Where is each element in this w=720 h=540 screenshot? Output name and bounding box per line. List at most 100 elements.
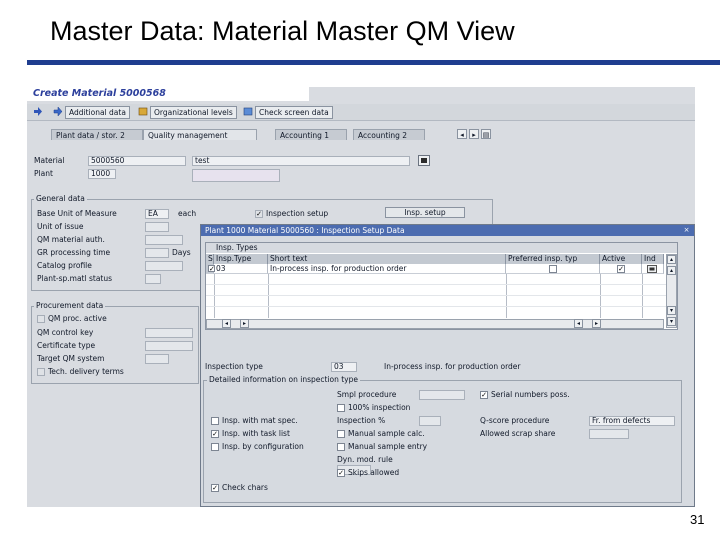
insp-with-task-list-checkbox[interactable]: ✓	[211, 430, 219, 438]
short-text-cell[interactable]: In-process insp. for production order	[268, 264, 506, 274]
column-divider	[600, 274, 601, 318]
allowed-scrap-share-label: Allowed scrap share	[480, 429, 556, 438]
page-number: 31	[690, 512, 705, 527]
column-header[interactable]: Active	[600, 254, 642, 264]
column-header[interactable]: Insp.Type	[214, 254, 268, 264]
scroll-up-icon[interactable]: ▴	[667, 255, 676, 264]
tab-quality-management[interactable]: Quality management	[143, 129, 257, 140]
skips-allowed-checkbox[interactable]: ✓	[337, 469, 345, 477]
scroll-right-icon[interactable]: ▸	[240, 319, 249, 328]
scroll-down-icon[interactable]: ▾	[667, 317, 676, 326]
preferred-checkbox[interactable]	[549, 265, 557, 273]
inspection-type-description: In-process insp. for production order	[384, 362, 521, 371]
base-uom-field[interactable]: EA	[145, 209, 169, 219]
column-header[interactable]: Short text	[268, 254, 506, 264]
insp-by-configuration-checkbox[interactable]	[211, 443, 219, 451]
view-tabs: Plant data / stor. 2 Quality management …	[27, 127, 695, 141]
active-checkbox[interactable]: ✓	[617, 265, 625, 273]
serial-numbers-poss-label: Serial numbers poss.	[491, 390, 570, 399]
scroll-up-icon[interactable]: ▴	[667, 266, 676, 275]
insp-type-cell[interactable]: 03	[214, 264, 268, 274]
sampling-procedure-label: Smpl procedure	[337, 390, 397, 399]
catalog-profile-field[interactable]	[145, 261, 183, 271]
tab-accounting-1[interactable]: Accounting 1	[275, 129, 347, 140]
title-divider	[27, 60, 720, 65]
window-title: Create Material 5000568	[27, 87, 309, 101]
slide-title: Master Data: Material Master QM View	[50, 16, 515, 46]
inspection-type-field[interactable]: 03	[331, 362, 357, 372]
material-description-field[interactable]: test	[192, 156, 410, 166]
scroll-left-icon[interactable]: ◂	[574, 319, 583, 328]
application-toolbar: Additional data Organizational levels Ch…	[27, 104, 695, 121]
certificate-type-field[interactable]	[145, 341, 193, 351]
check-screen-icon[interactable]	[243, 107, 253, 116]
tab-label: Accounting 2	[358, 131, 408, 140]
inspection-pct-field[interactable]	[419, 416, 441, 426]
group-title: Procurement data	[34, 301, 106, 311]
tab-scroll-right-icon[interactable]: ▸	[469, 129, 479, 139]
scroll-down-icon[interactable]: ▾	[667, 306, 676, 315]
tab-accounting-2[interactable]: Accounting 2	[353, 129, 425, 140]
plant-label: Plant	[34, 169, 53, 178]
inspection-setup-checkbox[interactable]: ✓	[255, 210, 263, 218]
plant-field[interactable]: 1000	[88, 169, 116, 179]
insp-setup-button[interactable]: Insp. setup	[385, 207, 465, 218]
unit-of-issue-field[interactable]	[145, 222, 169, 232]
manual-sample-calc-checkbox[interactable]	[337, 430, 345, 438]
column-header[interactable]: Preferred insp. typ	[506, 254, 600, 264]
column-divider	[268, 274, 269, 318]
target-qm-system-label: Target QM system	[37, 354, 105, 363]
serial-numbers-poss-checkbox[interactable]: ✓	[480, 391, 488, 399]
scroll-left-icon[interactable]: ◂	[222, 319, 231, 328]
tech-delivery-terms-checkbox[interactable]	[37, 368, 45, 376]
check-chars-checkbox[interactable]: ✓	[211, 484, 219, 492]
scroll-right-icon[interactable]: ▸	[592, 319, 601, 328]
qm-control-key-field[interactable]	[145, 328, 193, 338]
dyn-mod-rule-label: Dyn. mod. rule	[337, 455, 393, 464]
manual-sample-entry-label: Manual sample entry	[348, 442, 428, 451]
dialog-title: Plant 1000 Material 5000560 : Inspection…	[201, 225, 694, 236]
q-score-procedure-field[interactable]: Fr. from defects	[589, 416, 675, 426]
material-field[interactable]: 5000560	[88, 156, 186, 166]
close-icon[interactable]: ×	[682, 226, 691, 234]
tab-list-icon[interactable]: ▤	[481, 129, 491, 139]
material-label: Material	[34, 156, 65, 165]
manual-sample-entry-checkbox[interactable]	[337, 443, 345, 451]
check-screen-data-button[interactable]: Check screen data	[255, 106, 333, 119]
hundred-pct-inspection-checkbox[interactable]	[337, 404, 345, 412]
tab-plant-data-stor2[interactable]: Plant data / stor. 2	[51, 129, 143, 140]
long-text-icon[interactable]	[418, 155, 430, 166]
org-levels-icon[interactable]	[138, 107, 148, 116]
column-divider	[214, 274, 215, 318]
gr-processing-time-field[interactable]	[145, 248, 169, 258]
insp-with-mat-spec-checkbox[interactable]	[211, 417, 219, 425]
group-title: Detailed information on inspection type	[207, 375, 360, 385]
forward-arrow-icon[interactable]	[53, 107, 63, 116]
column-header[interactable]: S	[206, 254, 214, 264]
sampling-procedure-field[interactable]	[419, 390, 465, 400]
table-row	[206, 306, 677, 307]
target-qm-system-field[interactable]	[145, 354, 169, 364]
plant-sp-matl-status-label: Plant-sp.matl status	[37, 274, 113, 283]
qm-proc-active-checkbox[interactable]	[37, 315, 45, 323]
sap-screenshot: Create Material 5000568 Additional data …	[27, 87, 695, 507]
certificate-type-label: Certificate type	[37, 341, 96, 350]
qm-material-auth-label: QM material auth.	[37, 235, 105, 244]
additional-data-button[interactable]: Additional data	[65, 106, 130, 119]
inspection-pct-label: Inspection %	[337, 416, 386, 425]
arrow-right-icon[interactable]	[33, 107, 43, 116]
qm-material-auth-field[interactable]	[145, 235, 183, 245]
tab-scroll-left-icon[interactable]: ◂	[457, 129, 467, 139]
detail-icon[interactable]	[647, 265, 657, 273]
tab-label: Quality management	[148, 131, 228, 140]
column-divider	[506, 274, 507, 318]
allowed-scrap-share-field[interactable]	[589, 429, 629, 439]
column-divider	[642, 274, 643, 318]
column-header[interactable]: Ind	[642, 254, 664, 264]
manual-sample-calc-label: Manual sample calc.	[348, 429, 425, 438]
q-score-procedure-label: Q-score procedure	[480, 416, 550, 425]
org-levels-button[interactable]: Organizational levels	[150, 106, 237, 119]
gr-processing-time-label: GR processing time	[37, 248, 111, 257]
plant-sp-matl-status-field[interactable]	[145, 274, 161, 284]
qm-control-key-label: QM control key	[37, 328, 94, 337]
